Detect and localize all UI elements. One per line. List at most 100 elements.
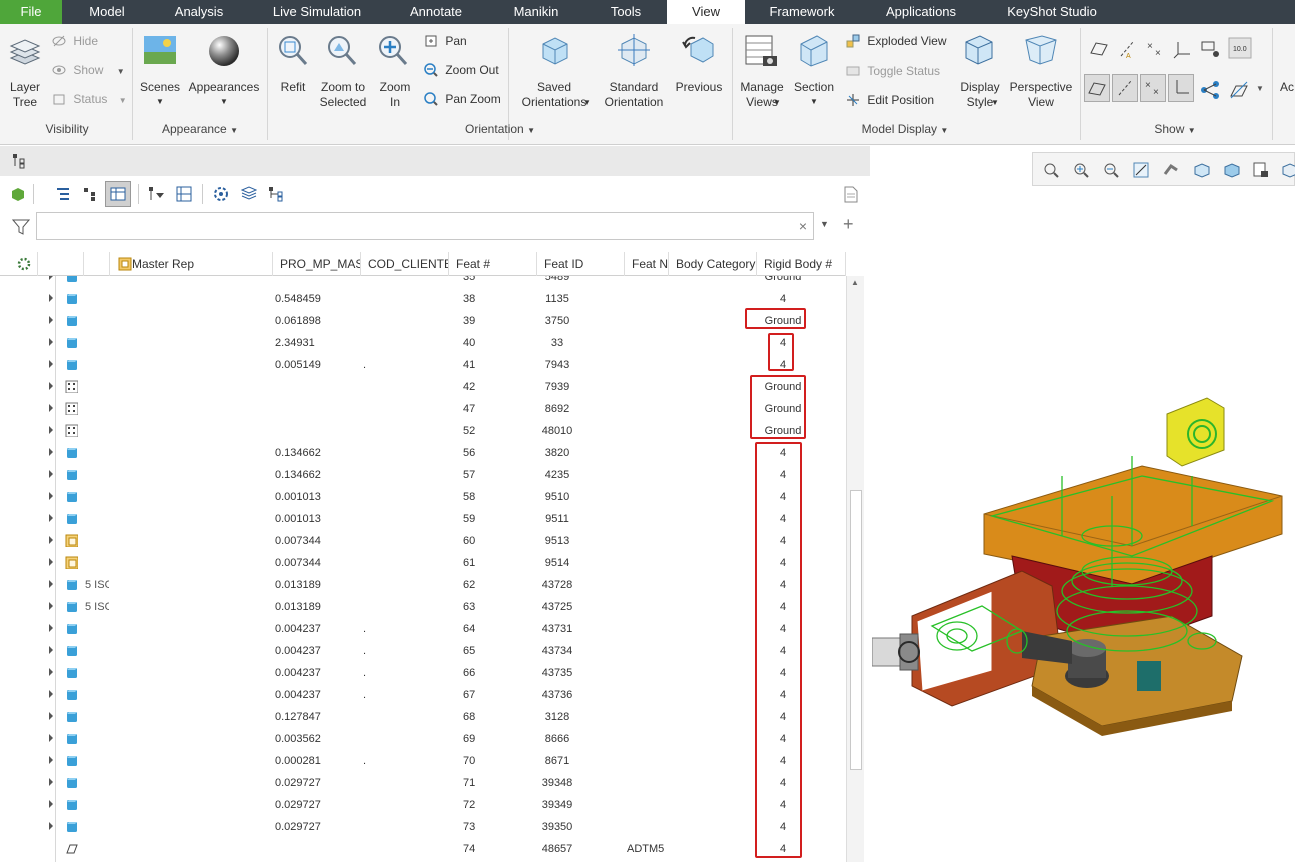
zoom-in-icon[interactable] — [1073, 162, 1089, 178]
column-rigid-body-number[interactable]: Rigid Body # — [757, 252, 846, 276]
document-icon[interactable] — [843, 186, 859, 204]
table-row[interactable]: 0.003562 69 8666 4 — [0, 728, 846, 750]
table-row[interactable]: 0.000281. 70 8671 4 — [0, 750, 846, 772]
expand-arrow-icon[interactable] — [49, 712, 53, 720]
saved-views-icon[interactable] — [1223, 162, 1241, 178]
zoom-out-icon[interactable] — [1103, 162, 1119, 178]
table-row[interactable]: 0.548459 38 1135 4 — [0, 288, 846, 310]
table-row[interactable]: 0.134662 56 3820 4 — [0, 442, 846, 464]
table-row[interactable]: 0.127847 68 3128 4 — [0, 706, 846, 728]
tab-applications[interactable]: Applications — [878, 0, 964, 24]
spin-center-icon[interactable] — [1163, 162, 1179, 178]
column-feat-number[interactable]: Feat # — [449, 252, 537, 276]
chevron-down-icon[interactable]: ▼ — [820, 219, 829, 229]
expand-arrow-icon[interactable] — [49, 778, 53, 786]
tab-view[interactable]: View — [667, 0, 745, 24]
table-row[interactable]: 0.029727 72 39349 4 — [0, 794, 846, 816]
table-row[interactable]: 0.004237. 66 43735 4 — [0, 662, 846, 684]
table-row[interactable]: 0.001013 59 9511 4 — [0, 508, 846, 530]
tab-annotate[interactable]: Annotate — [402, 0, 470, 24]
table-row[interactable]: 0.007344 61 9514 4 — [0, 552, 846, 574]
table-row[interactable]: 5 ISO 0.013189 63 43725 4 — [0, 596, 846, 618]
expand-tree-icon[interactable] — [82, 186, 98, 202]
table-row[interactable]: 35 5489 Ground — [0, 276, 846, 288]
expand-arrow-icon[interactable] — [49, 734, 53, 742]
table-row[interactable]: 0.029727 73 39350 4 — [0, 816, 846, 838]
table-row[interactable]: 0.004237. 65 43734 4 — [0, 640, 846, 662]
column-master-rep[interactable]: Master Rep — [110, 252, 273, 276]
tab-manikin[interactable]: Manikin — [505, 0, 567, 24]
tab-keyshot-studio[interactable]: KeyShot Studio — [1000, 0, 1104, 24]
assembly-icon[interactable] — [10, 186, 26, 202]
expand-arrow-icon[interactable] — [49, 646, 53, 654]
expand-arrow-icon[interactable] — [49, 294, 53, 302]
repaint-icon[interactable] — [1133, 162, 1149, 178]
tab-file[interactable]: File — [0, 0, 62, 24]
expand-arrow-icon[interactable] — [49, 558, 53, 566]
point-display-icon[interactable]: ×× — [1144, 38, 1166, 60]
column-cod-cliente[interactable]: COD_CLIENTE — [361, 252, 449, 276]
tree-view-icon[interactable] — [55, 186, 71, 202]
clear-filter-icon[interactable]: × — [799, 218, 807, 234]
show-button[interactable]: Show ▼ — [52, 63, 125, 79]
table-row[interactable]: 0.007344 60 9513 4 — [0, 530, 846, 552]
dimension-display-icon[interactable]: 10.0 — [1228, 36, 1252, 60]
add-icon[interactable]: + — [843, 214, 854, 235]
expand-arrow-icon[interactable] — [49, 338, 53, 346]
table-row[interactable]: 42 7939 Ground — [0, 376, 846, 398]
expand-arrow-icon[interactable] — [49, 382, 53, 390]
edit-position-button[interactable]: Edit Position — [846, 93, 934, 108]
tree-vertical-scrollbar[interactable]: ▲ — [846, 276, 864, 862]
expand-arrow-icon[interactable] — [49, 822, 53, 830]
column-feat-id[interactable]: Feat ID — [537, 252, 625, 276]
expand-arrow-icon[interactable] — [49, 404, 53, 412]
column-blank-2[interactable] — [84, 252, 110, 276]
expand-arrow-icon[interactable] — [49, 624, 53, 632]
appearance-group-label[interactable]: Appearance ▼ — [150, 122, 250, 136]
gear-icon[interactable] — [213, 186, 229, 202]
expand-arrow-icon[interactable] — [49, 470, 53, 478]
expand-arrow-icon[interactable] — [49, 316, 53, 324]
axis-tag-toggle[interactable] — [1112, 74, 1138, 102]
expand-arrow-icon[interactable] — [49, 426, 53, 434]
tree-filter-icon[interactable] — [148, 186, 166, 202]
tab-live-simulation[interactable]: Live Simulation — [264, 0, 370, 24]
show-group-label[interactable]: Show ▼ — [1120, 122, 1230, 136]
expand-arrow-icon[interactable] — [49, 580, 53, 588]
expand-arrow-icon[interactable] — [49, 668, 53, 676]
table-row[interactable]: 47 8692 Ground — [0, 398, 846, 420]
refit-icon[interactable] — [1043, 162, 1059, 178]
filter-funnel-icon[interactable] — [12, 219, 30, 235]
table-row[interactable]: 0.001013 58 9510 4 — [0, 486, 846, 508]
point-tag-toggle[interactable]: × × — [1140, 74, 1166, 102]
orientation-group-label[interactable]: Orientation ▼ — [430, 122, 570, 136]
chevron-down-icon[interactable]: ▼ — [1256, 84, 1264, 93]
section-icon[interactable] — [1281, 162, 1295, 178]
hide-button[interactable]: Hide — [52, 34, 98, 49]
zoom-out-button[interactable]: Zoom Out — [424, 63, 499, 78]
table-row[interactable]: 5 ISO 0.013189 62 43728 4 — [0, 574, 846, 596]
expand-arrow-icon[interactable] — [49, 536, 53, 544]
toggle-status-button[interactable]: Toggle Status — [846, 64, 940, 79]
expand-arrow-icon[interactable] — [49, 800, 53, 808]
table-row[interactable]: 52 48010 Ground — [0, 420, 846, 442]
scrollbar-thumb[interactable] — [850, 490, 862, 770]
column-settings-cell[interactable] — [0, 252, 38, 276]
expand-arrow-icon[interactable] — [49, 690, 53, 698]
model-tree-icon[interactable] — [12, 153, 26, 169]
settings-table-icon[interactable] — [176, 186, 192, 202]
table-row[interactable]: 0.029727 71 39348 4 — [0, 772, 846, 794]
csys-display-icon[interactable] — [1172, 38, 1194, 60]
expand-arrow-icon[interactable] — [49, 276, 53, 280]
pan-zoom-button[interactable]: Pan Zoom — [424, 92, 501, 107]
csys-tag-toggle[interactable] — [1168, 74, 1194, 102]
column-blank-1[interactable] — [38, 252, 84, 276]
datum-display-filters-icon[interactable] — [1228, 80, 1250, 100]
status-button[interactable]: Status ▼ — [52, 92, 127, 108]
hierarchy-icon[interactable] — [268, 186, 284, 202]
scroll-up-icon[interactable]: ▲ — [851, 278, 859, 287]
display-style-icon[interactable] — [1193, 162, 1211, 178]
tree-columns-button[interactable] — [105, 181, 131, 207]
spin-center-icon[interactable] — [1200, 80, 1222, 100]
expand-arrow-icon[interactable] — [49, 448, 53, 456]
